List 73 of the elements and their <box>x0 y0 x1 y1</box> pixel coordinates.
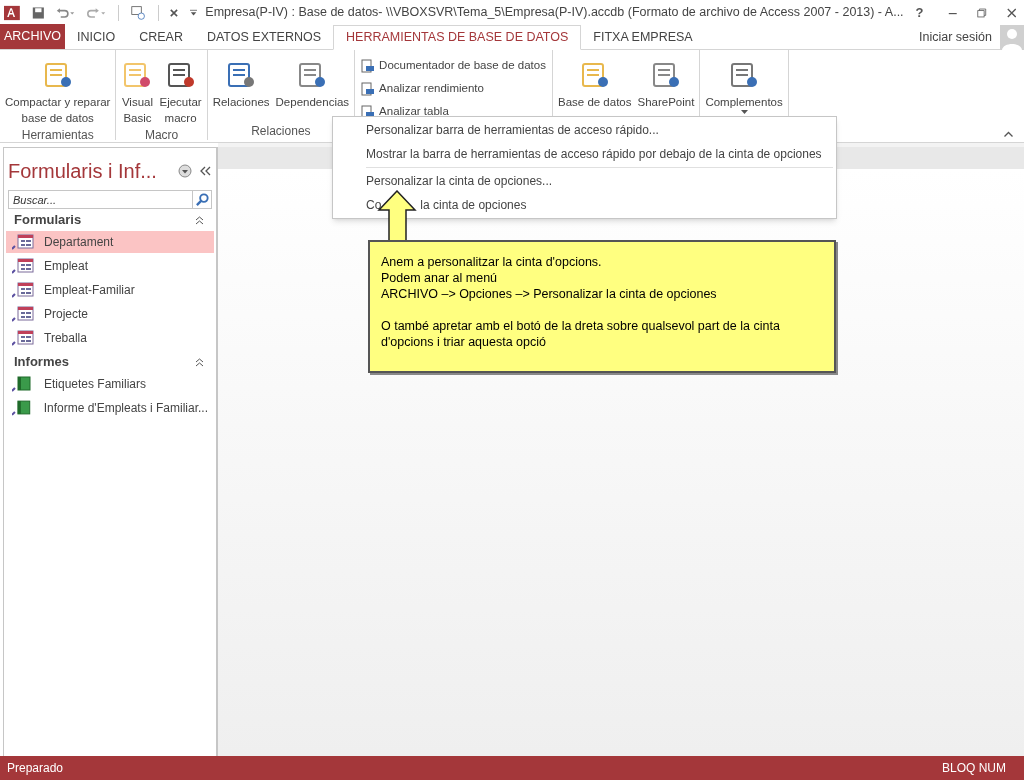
section-header[interactable]: Formularis <box>14 210 82 230</box>
close-icon[interactable] <box>170 7 179 18</box>
ribbon-button[interactable]: SharePoint <box>634 54 698 110</box>
callout-text: Podem anar al menú <box>381 270 499 286</box>
search-icon[interactable] <box>194 192 210 207</box>
form-icon <box>12 306 34 322</box>
nav-item-label: Departament <box>44 234 114 251</box>
group-label: Herramientas <box>20 127 95 144</box>
ribbon-tab[interactable]: CREAR <box>127 25 195 50</box>
ribbon-button[interactable]: Relaciones <box>209 54 273 110</box>
ribbon-button[interactable]: Base de datos <box>554 54 635 110</box>
ribbon-button[interactable]: Dependencias <box>272 54 353 110</box>
window-title: Empresa(P-IV) : Base de datos- \\VBOXSVR\Tema_5\Empresa(P-IV).accdb (Formato de archivo de Access 2007 - 2013) - A... <box>205 4 904 22</box>
customize-icon[interactable] <box>190 8 198 17</box>
menu-item-fragment[interactable]: la cinta de opciones <box>420 196 527 214</box>
callout-text: ARCHIVO –> Opciones –> Personalizar la cinta de opciones <box>381 286 718 302</box>
section-header[interactable]: Informes <box>14 352 69 372</box>
menu-item[interactable]: Personalizar barra de herramientas de acceso rápido... <box>333 118 836 142</box>
collapse-icon[interactable] <box>195 215 204 225</box>
menu-item[interactable]: Mostrar la barra de herramientas de acceso rápido por debajo de la cinta de opciones <box>333 142 836 166</box>
restore-icon[interactable] <box>977 6 987 19</box>
report-icon <box>12 376 34 392</box>
nav-item-label: Etiquetes Familiars <box>44 376 147 393</box>
ribbon-button[interactable]: Visual Basic <box>118 54 157 126</box>
menu-item[interactable]: Personalizar la cinta de opciones... <box>333 169 836 193</box>
form-icon <box>12 258 34 274</box>
num-lock-indicator: BLOQ NUM <box>942 760 1006 777</box>
callout-text: O també apretar amb el botó de la dreta sobre qualsevol part de la cinta d'opcions i triar aquesta opció <box>381 318 781 350</box>
search-field[interactable]: Buscar... <box>8 190 193 209</box>
nav-item[interactable]: Treballa <box>6 327 214 349</box>
nav-item-label: Informe d'Empleats i Familiar... <box>43 400 208 417</box>
app-logo-icon <box>4 3 20 22</box>
collapse-icon[interactable] <box>195 357 204 367</box>
document-icon <box>361 58 376 73</box>
save-icon[interactable] <box>31 4 45 21</box>
ribbon-tab[interactable]: DATOS EXTERNOS <box>194 25 334 50</box>
ribbon-button[interactable]: Ejecutar macro <box>156 54 205 126</box>
caret-icon <box>740 110 748 114</box>
nav-item[interactable]: Departament <box>6 231 214 253</box>
menu-item-fragment[interactable]: Co <box>366 196 382 214</box>
nav-item-label: Treballa <box>44 330 87 347</box>
collapse-ribbon-icon[interactable] <box>1004 131 1013 137</box>
ribbon-tab[interactable]: INICIO <box>64 25 128 50</box>
nav-item[interactable]: Empleat-Familiar <box>6 279 214 301</box>
nav-item[interactable]: Informe d'Empleats i Familiar... <box>6 397 214 419</box>
ribbon-button[interactable]: Documentador de base de datos <box>357 54 550 77</box>
nav-item-label: Empleat-Familiar <box>44 282 135 299</box>
nav-item-label: Projecte <box>44 306 89 323</box>
group-label: Relaciones <box>250 123 312 140</box>
form-icon <box>12 282 34 298</box>
callout-text: Anem a personalitzar la cinta d'opcions. <box>381 254 603 270</box>
form-view-icon[interactable] <box>131 3 146 22</box>
nav-item[interactable]: Projecte <box>6 303 214 325</box>
file-tab[interactable]: ARCHIVO <box>0 24 65 49</box>
ribbon-tab[interactable]: HERRAMIENTAS DE BASE DE DATOS <box>333 25 582 50</box>
ribbon-button[interactable]: Analizar rendimiento <box>357 77 550 100</box>
ribbon-tab[interactable]: FITXA EMPRESA <box>581 25 705 50</box>
document-icon <box>361 81 376 96</box>
close-window-icon[interactable] <box>1006 6 1017 19</box>
group-label: Macro <box>143 127 180 144</box>
nav-item[interactable]: Empleat <box>6 255 214 277</box>
collapse-pane-icon[interactable] <box>200 166 212 176</box>
nav-item[interactable]: Etiquetes Familiars <box>6 373 214 395</box>
sign-in-link[interactable]: Iniciar sesión <box>919 27 992 47</box>
pane-title: Formularis i Inf... <box>8 159 157 184</box>
nav-item-label: Empleat <box>44 258 89 275</box>
help-button[interactable]: ? <box>915 2 924 23</box>
ribbon-button[interactable]: Compactar y reparar base de datos <box>2 54 114 126</box>
ribbon-button[interactable]: Complementos <box>702 54 786 114</box>
form-icon <box>12 234 34 250</box>
status-text: Preparado <box>7 760 64 777</box>
form-icon <box>12 330 34 346</box>
dropdown-icon[interactable] <box>178 164 192 178</box>
